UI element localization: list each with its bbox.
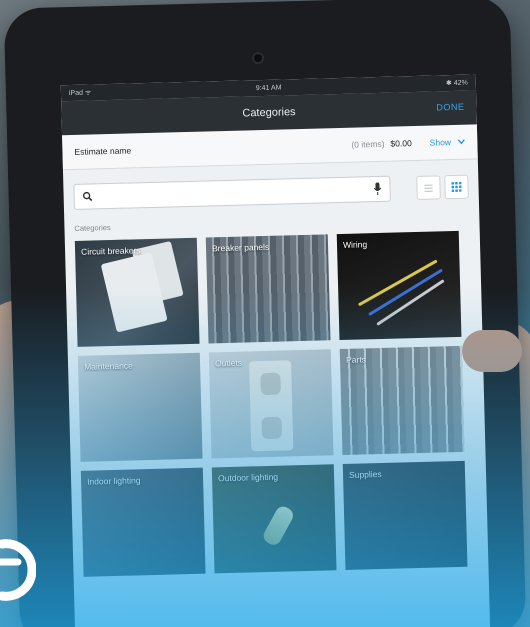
status-carrier: iPad ᯤ bbox=[68, 88, 92, 97]
chevron-down-icon bbox=[457, 139, 465, 145]
status-time: 9:41 AM bbox=[255, 83, 282, 92]
tablet-device: iPad ᯤ 9:41 AM ✱ 42% Categories DONE Est… bbox=[3, 0, 527, 627]
show-label: Show bbox=[429, 137, 452, 148]
search-icon bbox=[82, 191, 93, 202]
list-view-button[interactable] bbox=[416, 175, 441, 200]
estimate-total: $0.00 bbox=[390, 138, 412, 149]
category-label: Supplies bbox=[348, 469, 382, 480]
background-scene: iPad ᯤ 9:41 AM ✱ 42% Categories DONE Est… bbox=[0, 0, 530, 627]
tablet-screen: iPad ᯤ 9:41 AM ✱ 42% Categories DONE Est… bbox=[60, 74, 491, 627]
category-tile-outlets[interactable]: Outlets bbox=[208, 349, 334, 459]
outlet-socket-image bbox=[261, 416, 283, 440]
camera-icon bbox=[251, 51, 265, 65]
category-tile-supplies[interactable]: Supplies bbox=[342, 460, 468, 570]
estimate-item-count: (0 items) bbox=[351, 138, 385, 150]
grid-view-button[interactable] bbox=[444, 174, 469, 200]
outlet-socket-image bbox=[260, 372, 281, 396]
status-battery: ✱ 42% bbox=[445, 79, 468, 88]
category-label: Maintenance bbox=[83, 360, 133, 372]
right-thumb bbox=[462, 330, 522, 372]
category-tile-parts[interactable]: Parts bbox=[339, 345, 465, 456]
category-grid: Circuit breakers Breaker panels Wiring M… bbox=[65, 226, 489, 581]
mic-icon[interactable] bbox=[373, 182, 382, 196]
category-tile-indoor-lighting[interactable]: Indoor lighting bbox=[80, 467, 206, 577]
search-input[interactable] bbox=[73, 175, 391, 210]
category-tile-breaker-panels[interactable]: Breaker panels bbox=[205, 234, 331, 344]
category-label: Outlets bbox=[214, 357, 243, 369]
page-title: Categories bbox=[242, 106, 296, 120]
category-tile-circuit-breakers[interactable]: Circuit breakers bbox=[74, 237, 200, 347]
category-label: Wiring bbox=[342, 239, 368, 250]
grid-view-icon bbox=[451, 181, 462, 193]
brand-logo-icon bbox=[0, 539, 36, 601]
show-button[interactable]: Show bbox=[430, 137, 466, 148]
wire-image bbox=[357, 259, 438, 307]
category-label: Parts bbox=[345, 354, 366, 365]
category-tile-wiring[interactable]: Wiring bbox=[336, 230, 462, 341]
category-label: Breaker panels bbox=[211, 241, 270, 254]
category-label: Outdoor lighting bbox=[217, 471, 279, 484]
estimate-name-field[interactable]: Estimate name bbox=[74, 145, 131, 156]
bulb-image bbox=[260, 503, 296, 548]
done-button[interactable]: DONE bbox=[436, 102, 464, 113]
view-toggle bbox=[416, 174, 469, 200]
category-label: Indoor lighting bbox=[86, 475, 141, 487]
category-tile-outdoor-lighting[interactable]: Outdoor lighting bbox=[211, 464, 337, 574]
list-view-icon bbox=[424, 184, 433, 192]
category-label: Circuit breakers bbox=[80, 245, 141, 257]
category-tile-maintenance[interactable]: Maintenance bbox=[77, 352, 203, 462]
